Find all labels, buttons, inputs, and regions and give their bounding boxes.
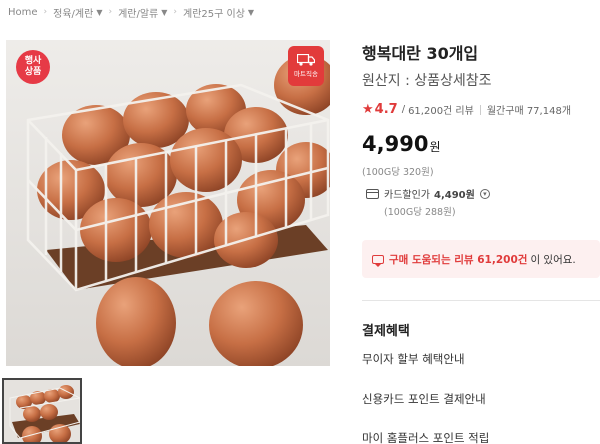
badge-text: 상품 <box>24 67 42 77</box>
card-discount-price: 4,490원 <box>434 190 475 201</box>
breadcrumb-category-2[interactable]: 계란/알류 ▼ <box>118 5 167 20</box>
rating-row: ★ 4.7 / 61,200건 리뷰 월간구매 77,148개 <box>362 102 571 117</box>
section-divider <box>362 300 600 301</box>
rating-separator: / <box>401 104 406 115</box>
card-discount-row: 카드할인가 4,490원 ▾ <box>366 186 490 201</box>
truck-icon <box>297 54 315 66</box>
caret-down-icon: ▼ <box>96 7 103 17</box>
breadcrumb-category-1[interactable]: 정육/계란 ▼ <box>53 5 102 20</box>
product-main-image[interactable]: 행사 상품 마트직송 <box>6 40 330 366</box>
badge-text: 마트직송 <box>294 70 318 78</box>
benefit-installment[interactable]: 무이자 할부 혜택안내 <box>362 351 465 367</box>
benefit-homeplus-points[interactable]: 마이 홈플러스 포인트 적립 <box>362 430 489 444</box>
breadcrumb: Home › 정육/계란 ▼ › 계란/알류 ▼ › 계란25구 이상 ▼ <box>0 0 600 24</box>
credit-card-icon <box>366 188 379 199</box>
breadcrumb-label: 계란/알류 <box>118 8 159 20</box>
monthly-purchase-count: 월간구매 77,148개 <box>486 106 572 117</box>
product-origin: 원산지 : 상품상세참조 <box>362 73 492 89</box>
mart-delivery-badge: 마트직송 <box>288 46 324 86</box>
card-unit-price: (100G당 288원) <box>384 207 456 218</box>
star-icon: ★ <box>362 102 374 117</box>
badge-text: 행사 <box>24 56 42 66</box>
card-discount-label: 카드할인가 <box>384 190 430 201</box>
eggs-basket-illustration <box>6 40 330 366</box>
rating-score: 4.7 <box>374 102 398 117</box>
breadcrumb-separator: › <box>173 7 178 17</box>
payment-benefits-title: 결제혜택 <box>362 324 410 339</box>
caret-down-icon: ▼ <box>161 7 168 17</box>
benefit-card-points[interactable]: 신용카드 포인트 결제안내 <box>362 391 486 407</box>
product-thumbnail[interactable] <box>2 378 82 444</box>
price-currency: 원 <box>429 140 441 154</box>
breadcrumb-home[interactable]: Home <box>8 7 38 18</box>
review-count-link[interactable]: 61,200건 리뷰 <box>408 102 474 117</box>
chevron-down-circle-icon[interactable]: ▾ <box>479 188 490 199</box>
product-price: 4,990원 <box>362 132 440 156</box>
thumbnail-image <box>4 380 80 442</box>
review-banner[interactable]: 구매 도움되는 리뷰 61,200건 이 있어요. <box>362 240 600 278</box>
product-title: 행복대란 30개입 <box>362 44 479 63</box>
breadcrumb-label: 계란25구 이상 <box>183 8 245 20</box>
breadcrumb-label: 정육/계란 <box>53 8 94 20</box>
chat-bubble-icon <box>372 254 384 267</box>
caret-down-icon: ▼ <box>247 7 255 17</box>
price-value: 4,990 <box>362 132 429 156</box>
review-banner-highlight: 구매 도움되는 리뷰 61,200건 <box>389 253 528 266</box>
divider <box>479 104 481 115</box>
review-banner-suffix: 이 있어요. <box>530 253 576 266</box>
product-info-panel: 행복대란 30개입 원산지 : 상품상세참조 <box>362 40 600 90</box>
unit-price: (100G당 320원) <box>362 167 434 178</box>
breadcrumb-category-3[interactable]: 계란25구 이상 ▼ <box>183 5 254 20</box>
breadcrumb-separator: › <box>108 7 113 17</box>
breadcrumb-separator: › <box>43 7 48 17</box>
event-product-badge: 행사 상품 <box>16 50 50 84</box>
